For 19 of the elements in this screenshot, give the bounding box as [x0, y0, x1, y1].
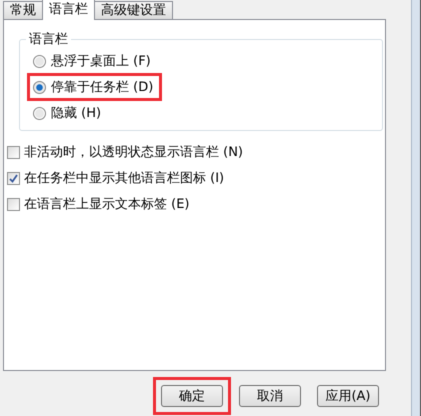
tab[interactable]: 语言栏 — [42, 0, 95, 20]
tab[interactable]: 高级键设置 — [94, 1, 173, 20]
radio-button[interactable] — [33, 106, 46, 120]
checkbox[interactable] — [7, 172, 20, 184]
radio-label: 停靠于任务栏 (D) — [51, 79, 154, 96]
checkbox[interactable] — [7, 146, 20, 158]
checkbox-label: 非活动时，以透明状态显示语言栏 (N) — [24, 144, 244, 161]
group-title: 语言栏 — [28, 31, 69, 48]
checkbox-label: 在任务栏中显示其他语言栏图标 (I) — [24, 170, 224, 187]
radio-button[interactable] — [33, 80, 46, 94]
radio-button[interactable] — [33, 54, 46, 68]
radio-label: 隐藏 (H) — [51, 105, 102, 122]
dialog-button[interactable]: 取消 — [239, 385, 301, 407]
dialog-button[interactable]: 确定 — [161, 385, 223, 407]
checkbox-label: 在语言栏上显示文本标签 (E) — [24, 196, 190, 213]
checkbox[interactable] — [7, 198, 20, 210]
radio-label: 悬浮于桌面上 (F) — [51, 53, 151, 70]
dialog-button[interactable]: 应用(A) — [317, 385, 379, 407]
tab[interactable]: 常规 — [3, 1, 43, 20]
